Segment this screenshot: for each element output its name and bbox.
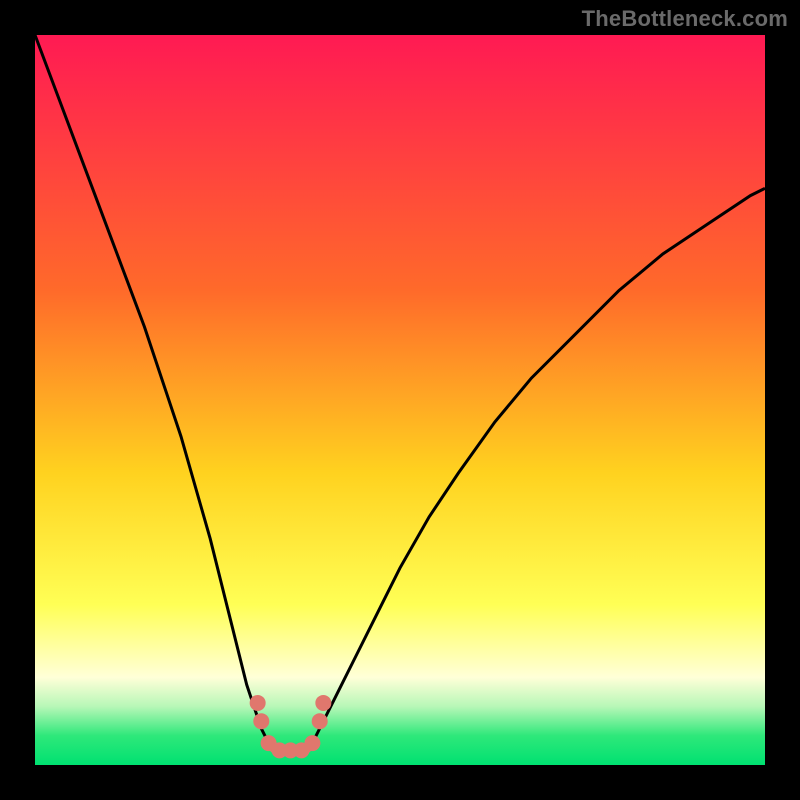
valley-marker xyxy=(315,695,331,711)
plot-area xyxy=(35,35,765,765)
valley-marker xyxy=(312,713,328,729)
valley-marker xyxy=(250,695,266,711)
valley-marker xyxy=(304,735,320,751)
chart-frame: TheBottleneck.com xyxy=(0,0,800,800)
valley-marker xyxy=(253,713,269,729)
watermark-text: TheBottleneck.com xyxy=(582,6,788,32)
gradient-background xyxy=(35,35,765,765)
chart-svg xyxy=(35,35,765,765)
